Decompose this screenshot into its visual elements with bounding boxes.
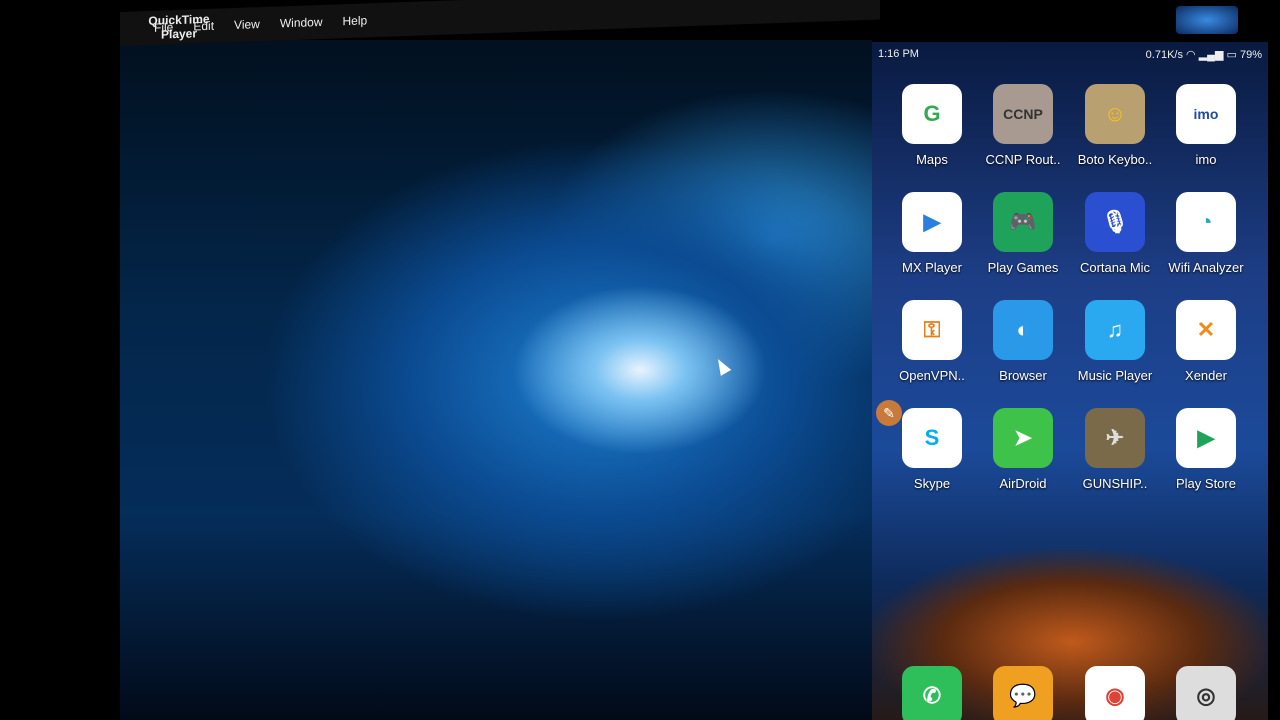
music-player-icon: ♫ <box>1085 300 1145 360</box>
app-label: AirDroid <box>999 476 1047 491</box>
battery-level: 79% <box>1239 48 1262 61</box>
maps-icon: G <box>902 84 962 144</box>
mx-player-icon: ▶ <box>902 192 962 252</box>
app-label: Cortana Mic <box>1079 260 1151 275</box>
app-label: Browser <box>999 368 1047 383</box>
app-label: Boto Keybo.. <box>1077 152 1153 167</box>
phone-mirror-screen: 1:16 PM 0.71K/s ◠ ▂▄▆ ▭ 79% G Maps CCNP CCN… <box>872 42 1268 720</box>
dock-chrome[interactable]: ◉ <box>1070 666 1160 720</box>
dock-camera[interactable]: ◎ <box>1161 666 1251 720</box>
phone-icon: ✆ <box>902 666 962 720</box>
app-label: Xender <box>1185 368 1227 383</box>
app-label: Skype <box>913 476 951 491</box>
browser-icon: ◐ <box>993 300 1053 360</box>
app-label: Maps <box>916 152 948 167</box>
ccnp-icon: CCNP <box>993 84 1053 144</box>
wifi-icon: ◠ <box>1186 48 1196 61</box>
floating-tool-button[interactable]: ✎ <box>876 400 902 426</box>
app-label: Play Games <box>987 260 1059 275</box>
app-browser[interactable]: ◐ Browser <box>978 300 1068 383</box>
menu-app-name[interactable]: QuickTime Player <box>134 11 224 42</box>
app-label: Wifi Analyzer <box>1168 260 1244 275</box>
app-gunship[interactable]: ✈ GUNSHIP.. <box>1070 408 1160 491</box>
signal-icon: ▂▄▆ <box>1198 48 1224 61</box>
app-airdroid[interactable]: ➤ AirDroid <box>978 408 1068 491</box>
app-skype[interactable]: S Skype <box>887 408 977 491</box>
status-time: 1:16 PM <box>878 48 919 60</box>
app-wifi-analyzer[interactable]: ◔ Wifi Analyzer <box>1161 192 1251 275</box>
app-label: CCNP Rout.. <box>985 152 1061 167</box>
dock-messages[interactable]: 💬 <box>978 666 1068 720</box>
cortana-mic-icon: 🎙 <box>1085 192 1145 252</box>
camera-icon: ◎ <box>1176 666 1236 720</box>
app-xender[interactable]: ✕ Xender <box>1161 300 1251 383</box>
app-label: Music Player <box>1077 368 1153 383</box>
airdroid-icon: ➤ <box>993 408 1053 468</box>
play-games-icon: 🎮 <box>993 192 1053 252</box>
app-label: OpenVPN.. <box>899 368 965 383</box>
status-bar: 1:16 PM 0.71K/s ◠ ▂▄▆ ▭ 79% <box>872 42 1268 66</box>
app-label: Play Store <box>1176 476 1236 491</box>
app-play-store[interactable]: ▶ Play Store <box>1161 408 1251 491</box>
wifi-analyzer-icon: ◔ <box>1176 192 1236 252</box>
app-cortana-mic[interactable]: 🎙 Cortana Mic <box>1070 192 1160 275</box>
network-speed: 0.71K/s <box>1145 48 1183 61</box>
status-right: 0.71K/s ◠ ▂▄▆ ▭ 79% <box>1146 48 1262 61</box>
xender-icon: ✕ <box>1176 300 1236 360</box>
battery-icon: ▭ <box>1226 48 1237 61</box>
imo-icon: imo <box>1176 84 1236 144</box>
play-store-icon: ▶ <box>1176 408 1236 468</box>
gunship-icon: ✈ <box>1085 408 1145 468</box>
app-label: imo <box>1195 152 1217 167</box>
app-label: GUNSHIP.. <box>1082 476 1148 491</box>
app-mx-player[interactable]: ▶ MX Player <box>887 192 977 275</box>
menu-window[interactable]: Window <box>280 15 323 30</box>
app-imo[interactable]: imo imo <box>1161 84 1251 167</box>
app-play-games[interactable]: 🎮 Play Games <box>978 192 1068 275</box>
skype-icon: S <box>902 408 962 468</box>
desktop-wallpaper <box>120 40 872 720</box>
chrome-icon: ◉ <box>1085 666 1145 720</box>
dock-phone[interactable]: ✆ <box>887 666 977 720</box>
app-ccnp[interactable]: CCNP CCNP Rout.. <box>978 84 1068 167</box>
openvpn-icon: ⚿ <box>902 300 962 360</box>
menu-view[interactable]: View <box>234 17 260 32</box>
app-openvpn[interactable]: ⚿ OpenVPN.. <box>887 300 977 383</box>
app-boto-keyboard[interactable]: ☺ Boto Keybo.. <box>1070 84 1160 167</box>
app-maps[interactable]: G Maps <box>887 84 977 167</box>
menu-help[interactable]: Help <box>343 13 368 28</box>
app-label: MX Player <box>902 260 962 275</box>
boto-keyboard-icon: ☺ <box>1085 84 1145 144</box>
app-music-player[interactable]: ♫ Music Player <box>1070 300 1160 383</box>
thumbnail-preview <box>1176 6 1238 34</box>
messages-icon: 💬 <box>993 666 1053 720</box>
